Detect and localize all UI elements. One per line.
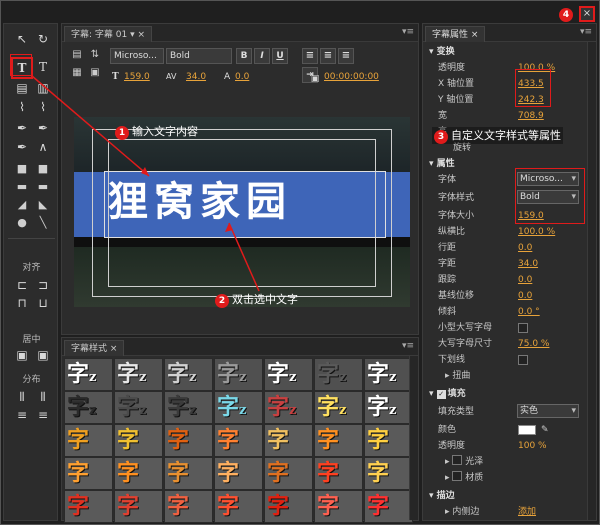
annotation-2: 2 双击选中文字 (215, 291, 298, 308)
annotation-1: 1 输入文字内容 (115, 123, 198, 140)
annotation-3: 3 自定义文字样式等属性 (432, 127, 563, 144)
app-window: × ↖ ↻ T T ▤ ▥ ⌇ ⌇ ✒ ✒ ✒ ∧ ■ ■ ▬ ▬ ◢ ◣ ● … (0, 0, 600, 525)
annotation-arrows (31, 75, 260, 292)
annotation-4: 4 (559, 7, 576, 22)
